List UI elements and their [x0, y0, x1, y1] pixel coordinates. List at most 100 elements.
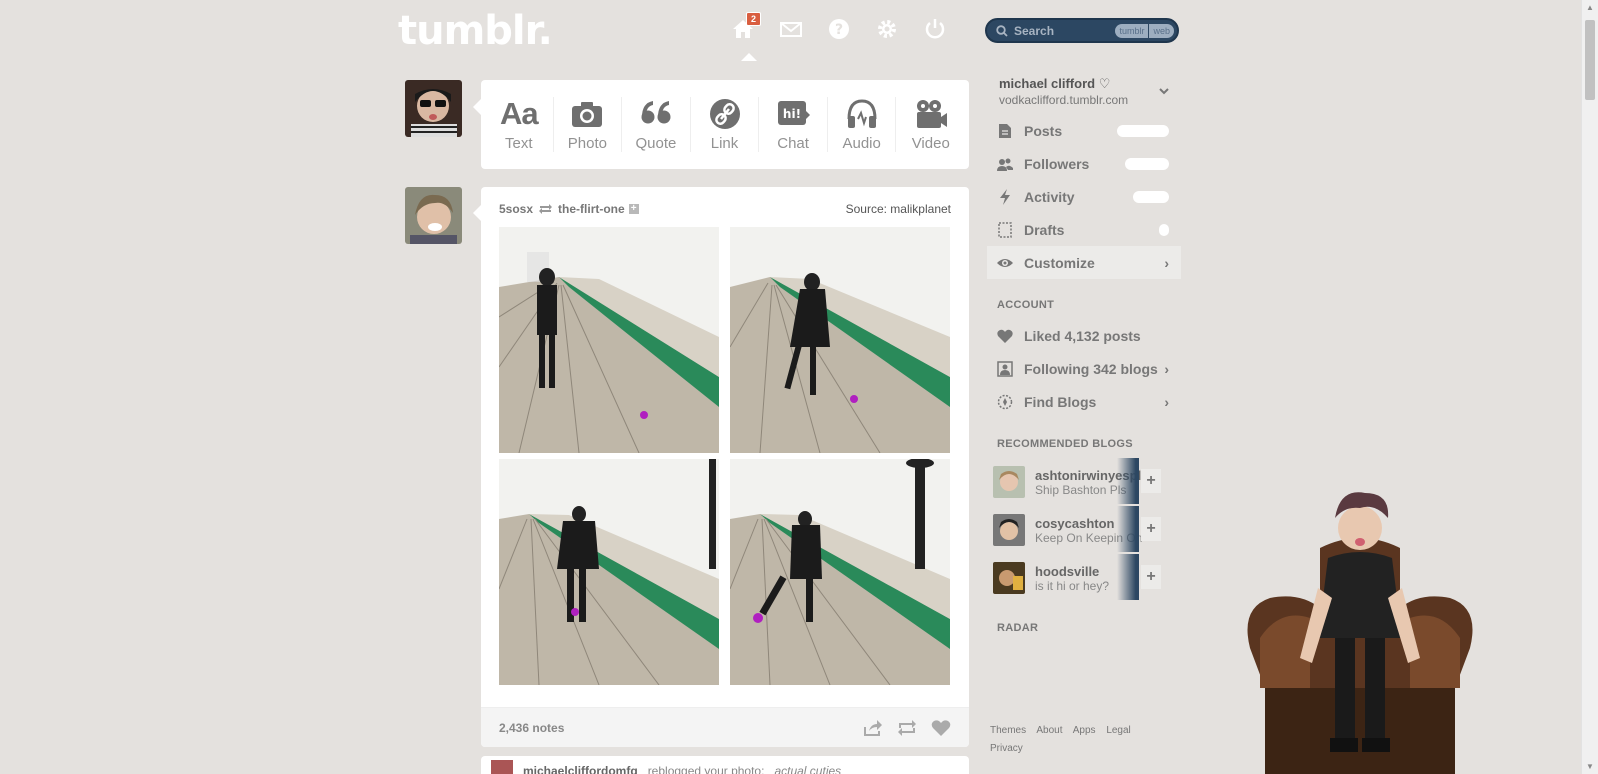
like-heart-icon[interactable] [931, 719, 951, 737]
gear-icon[interactable] [876, 18, 898, 40]
chevron-right-icon: › [1164, 360, 1169, 377]
post-source[interactable]: Source: malikplanet [846, 202, 951, 216]
search-box[interactable]: tumblr web [985, 18, 1179, 43]
post-type-audio[interactable]: Audio [828, 97, 897, 152]
home-icon[interactable]: 2 [732, 12, 762, 40]
scrollbar[interactable]: ▲ ▼ [1581, 0, 1598, 774]
footer-link-privacy[interactable]: Privacy [990, 743, 1023, 754]
scroll-thumb[interactable] [1585, 20, 1595, 100]
link-icon [709, 99, 740, 129]
next-post-preview[interactable]: michaelcliffordomfg reblogged your photo… [481, 756, 969, 774]
post-type-quote[interactable]: Quote [622, 97, 691, 152]
sidebar-item-followers[interactable]: Followers [987, 147, 1181, 180]
notification-badge: 2 [746, 12, 762, 26]
sidebar-item-likes[interactable]: Liked 4,132 posts [987, 319, 1181, 352]
scroll-up-arrow-icon[interactable]: ▲ [1586, 3, 1594, 12]
text-icon: Aa [499, 96, 539, 131]
redacted-count [1133, 190, 1169, 203]
help-icon[interactable]: ? [828, 18, 850, 40]
post-photo-4[interactable] [730, 459, 950, 685]
sidebar-item-following[interactable]: Following 342 blogs › [987, 352, 1181, 385]
post-author-link[interactable]: 5sosx [499, 202, 533, 216]
post-type-photo[interactable]: Photo [554, 97, 623, 152]
posts-icon [999, 123, 1011, 138]
notes-count[interactable]: 2,436 notes [499, 721, 564, 735]
search-scope-toggle[interactable]: tumblr web [1115, 23, 1174, 38]
post-type-bar: Aa Text Photo Quote Link hi! Chat Audio … [481, 80, 969, 169]
tumblr-logo[interactable]: tumblr. [398, 8, 553, 54]
power-icon[interactable] [924, 18, 946, 40]
activity-icon [1000, 188, 1010, 205]
post-author-avatar[interactable] [405, 187, 462, 244]
post-photo-3[interactable] [499, 459, 719, 685]
post-type-text[interactable]: Aa Text [485, 97, 554, 152]
follow-plus-icon[interactable]: + [628, 204, 639, 214]
post-type-chat[interactable]: hi! Chat [759, 97, 828, 152]
video-camera-icon [916, 100, 947, 128]
sidebar-item-activity[interactable]: Activity [987, 180, 1181, 213]
nav-caret [741, 53, 757, 61]
recommended-blog-avatar [993, 562, 1025, 594]
reblog-source-link[interactable]: the-flirt-one [558, 202, 625, 216]
footer-link-themes[interactable]: Themes [990, 725, 1026, 736]
redacted-count [1159, 223, 1169, 236]
footer-links: Themes About Apps Legal Privacy [990, 722, 1180, 758]
heart-icon [997, 329, 1013, 343]
postbar-tip [473, 99, 481, 115]
next-post-text: reblogged your photo: [647, 764, 765, 774]
scope-tumblr[interactable]: tumblr [1115, 23, 1149, 38]
footer-link-apps[interactable]: Apps [1073, 725, 1096, 736]
next-post-user[interactable]: michaelcliffordomfg [523, 764, 638, 774]
reblog-small-icon [539, 204, 553, 214]
recommended-blog[interactable]: ashtonirwinyespleaseShip Bashton Pls + [987, 458, 1181, 506]
next-post-thumb [491, 760, 513, 774]
scroll-down-arrow-icon[interactable]: ▼ [1586, 762, 1594, 771]
chat-icon: hi! [778, 101, 811, 125]
blog-header[interactable]: michael clifford ♡ vodkaclifford.tumblr.… [987, 70, 1181, 114]
chevron-right-icon: › [1164, 254, 1169, 271]
footer-link-legal[interactable]: Legal [1106, 725, 1130, 736]
following-icon [997, 360, 1013, 377]
account-section-title: ACCOUNT [997, 299, 1055, 311]
post-photo-2[interactable] [730, 227, 950, 453]
sidebar-item-find-blogs[interactable]: Find Blogs › [987, 385, 1181, 418]
blog-name: michael clifford ♡ [999, 76, 1111, 91]
sidebar: michael clifford ♡ vodkaclifford.tumblr.… [987, 70, 1181, 642]
sidebar-item-drafts[interactable]: Drafts [987, 213, 1181, 246]
user-avatar[interactable] [405, 80, 462, 137]
svg-text:?: ? [835, 22, 843, 38]
photo-post: 5sosx the-flirt-one + Source: malikplane… [481, 187, 969, 747]
recommended-blog-avatar [993, 466, 1025, 498]
top-navigation: 2 ? [732, 12, 946, 40]
follow-blog-button[interactable]: + [1141, 469, 1161, 493]
follow-blog-button[interactable]: + [1141, 517, 1161, 541]
reblog-icon[interactable] [897, 719, 917, 737]
headphones-icon [847, 99, 877, 128]
mail-icon[interactable] [780, 18, 802, 40]
chevron-right-icon: › [1164, 393, 1169, 410]
radar-section-title: RADAR [997, 622, 1039, 634]
post-type-video[interactable]: Video [896, 97, 965, 152]
recommended-blog[interactable]: hoodsville is it hi or hey? + [987, 554, 1181, 602]
compass-icon [997, 394, 1013, 409]
drafts-icon [998, 221, 1012, 238]
scope-web[interactable]: web [1149, 23, 1174, 38]
sidebar-item-posts[interactable]: Posts [987, 114, 1181, 147]
search-input[interactable] [1014, 23, 1104, 38]
footer-link-about[interactable]: About [1036, 725, 1062, 736]
camera-icon [572, 102, 603, 127]
decorative-person-in-armchair [1240, 488, 1480, 774]
follow-blog-button[interactable]: + [1141, 565, 1161, 589]
recommended-blog[interactable]: cosycashton Keep On Keepin On + [987, 506, 1181, 554]
sidebar-item-customize[interactable]: Customize › [987, 246, 1181, 279]
followers-icon [997, 158, 1013, 171]
post-photo-1[interactable] [499, 227, 719, 453]
post-type-link[interactable]: Link [691, 97, 760, 152]
post-tip [473, 205, 481, 221]
blog-url: vodkaclifford.tumblr.com [999, 93, 1129, 107]
quote-icon [641, 101, 671, 124]
svg-text:hi!: hi! [783, 107, 801, 121]
redacted-count [1125, 157, 1169, 170]
share-icon[interactable] [863, 719, 883, 737]
chevron-down-icon[interactable] [1159, 88, 1169, 96]
